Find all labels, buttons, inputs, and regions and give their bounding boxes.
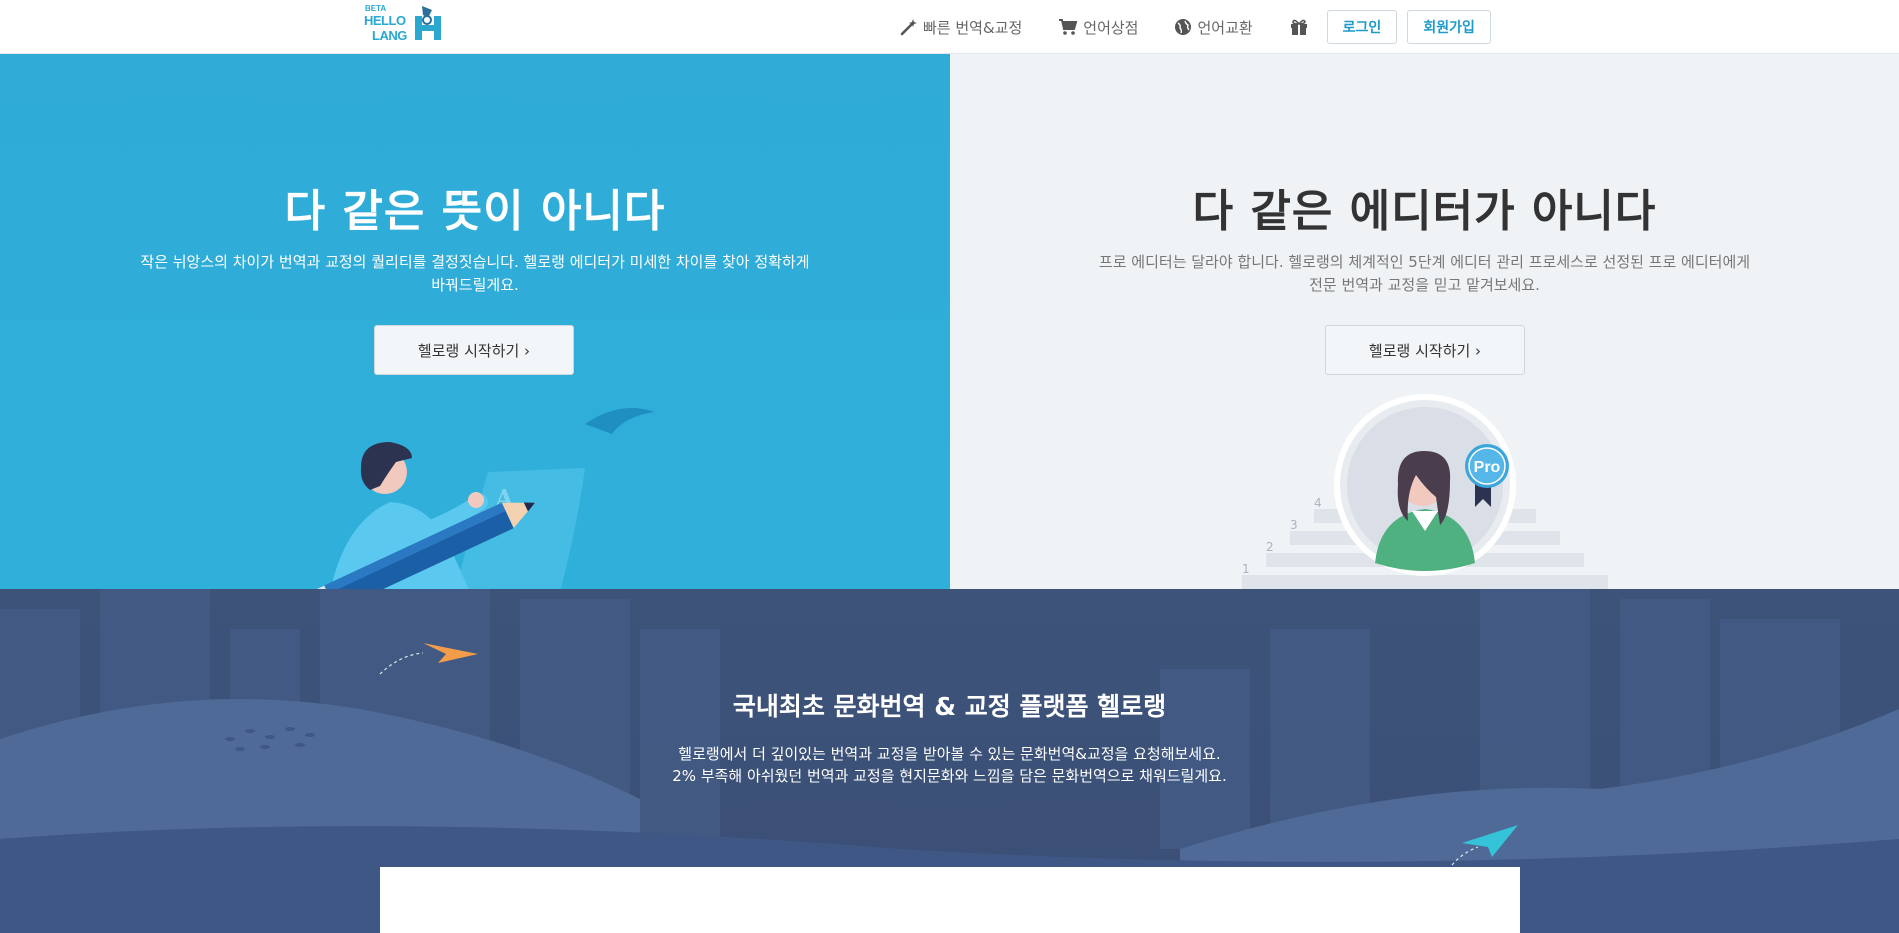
hellolang-logo[interactable]: BETA HELLO LANG bbox=[364, 4, 448, 44]
nav-quick-translate[interactable]: 빠른 번역&교정 bbox=[900, 17, 1022, 38]
cart-icon bbox=[1059, 19, 1078, 35]
pencil-person-illustration: A bbox=[311, 408, 655, 589]
step-1-label: 1 bbox=[1242, 562, 1250, 576]
band-desc-line2: 2% 부족해 아쉬웠던 번역과 교정을 현지문화와 느낌을 담은 문화번역으로 … bbox=[672, 767, 1227, 785]
pro-badge: Pro bbox=[1474, 459, 1501, 476]
hero-right-title: 다 같은 에디터가 아니다 bbox=[1192, 186, 1657, 237]
band-description: 헬로랭에서 더 깊이있는 번역과 교정을 받아볼 수 있는 문화번역&교정을 요… bbox=[0, 743, 1899, 787]
gift-icon bbox=[1290, 19, 1307, 35]
step-3-label: 3 bbox=[1290, 518, 1298, 532]
logo-hello: HELLO bbox=[364, 13, 406, 28]
logo-beta: BETA bbox=[365, 4, 387, 13]
band-title: 국내최초 문화번역 & 교정 플랫폼 헬로랭 bbox=[732, 692, 1167, 721]
main-nav: 빠른 번역&교정 언어상점 언어교환 로그인 회원가입 bbox=[900, 10, 1501, 44]
hero-left-panel: 다 같은 뜻이 아니다 작은 뉘앙스의 차이가 번역과 교정의 퀄리티를 결정짓… bbox=[0, 54, 950, 589]
hero-right-start-button[interactable]: 헬로랭 시작하기 › bbox=[1325, 325, 1525, 375]
nav-language-store-label: 언어상점 bbox=[1083, 18, 1139, 37]
hero-left-title: 다 같은 뜻이 아니다 bbox=[284, 186, 666, 237]
hero-right-description: 프로 에디터는 달라야 합니다. 헬로랭의 체계적인 5단계 에디터 관리 프로… bbox=[1065, 251, 1785, 297]
hero-right-panel: 다 같은 에디터가 아니다 프로 에디터는 달라야 합니다. 헬로랭의 체계적인… bbox=[950, 54, 1899, 589]
nav-quick-translate-label: 빠른 번역&교정 bbox=[923, 18, 1023, 37]
logo-lang: LANG bbox=[372, 28, 407, 43]
hero-right-desc-line2: 전문 번역과 교정을 믿고 맡겨보세요. bbox=[1309, 276, 1540, 294]
nav-language-exchange-label: 언어교환 bbox=[1197, 18, 1253, 37]
step-4-label: 4 bbox=[1314, 496, 1322, 510]
step-2-label: 2 bbox=[1266, 540, 1274, 554]
nav-language-exchange[interactable]: 언어교환 bbox=[1174, 17, 1253, 38]
nav-language-store[interactable]: 언어상점 bbox=[1058, 17, 1138, 38]
hero-left-desc-line1: 작은 뉘앙스의 차이가 번역과 교정의 퀄리티를 결정짓습니다. 헬로랭 에디터… bbox=[140, 253, 810, 271]
signup-button[interactable]: 회원가입 bbox=[1407, 10, 1491, 44]
logo-mark-icon bbox=[415, 6, 441, 40]
login-button[interactable]: 로그인 bbox=[1326, 10, 1398, 44]
globe-icon bbox=[1175, 19, 1192, 35]
magic-wand-icon bbox=[900, 19, 917, 36]
hero-left-description: 작은 뉘앙스의 차이가 번역과 교정의 퀄리티를 결정짓습니다. 헬로랭 에디터… bbox=[115, 251, 835, 297]
hero-right-desc-line1: 프로 에디터는 달라야 합니다. 헬로랭의 체계적인 5단계 에디터 관리 프로… bbox=[1098, 253, 1751, 271]
top-header: BETA HELLO LANG 빠른 번역&교정 언어상점 언어교환 로그인 회… bbox=[0, 0, 1899, 54]
hero-left-start-button[interactable]: 헬로랭 시작하기 › bbox=[374, 325, 574, 375]
band-desc-line1: 헬로랭에서 더 깊이있는 번역과 교정을 받아볼 수 있는 문화번역&교정을 요… bbox=[678, 745, 1221, 763]
hero-left-desc-line2: 바꿔드릴게요. bbox=[431, 276, 519, 294]
pro-editor-illustration: 1 2 3 4 Pro bbox=[1242, 394, 1608, 589]
gift-button[interactable] bbox=[1289, 18, 1309, 36]
content-card bbox=[380, 867, 1520, 933]
